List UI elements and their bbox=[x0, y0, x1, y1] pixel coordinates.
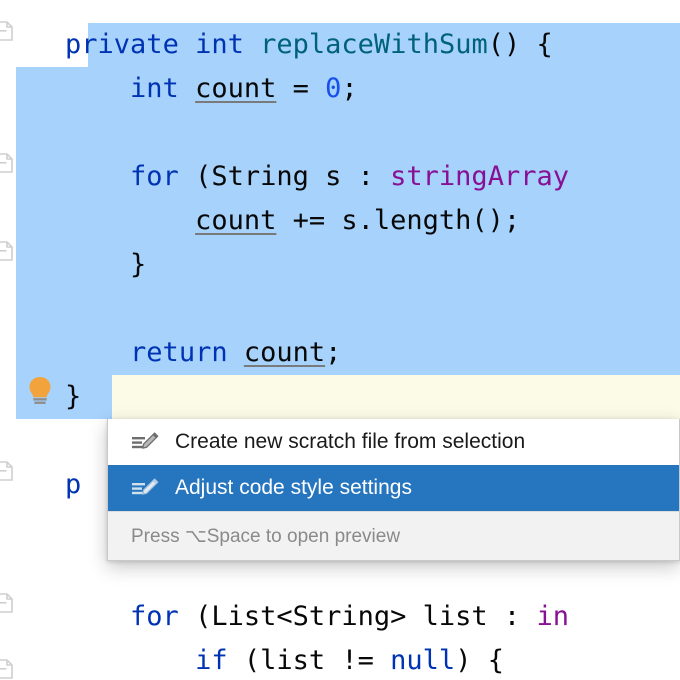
code-line: return count; bbox=[0, 331, 341, 375]
code-token: count bbox=[195, 73, 276, 104]
code-token: return bbox=[130, 337, 228, 368]
code-line: int count = 0; bbox=[0, 67, 358, 111]
code-token: ) { bbox=[455, 645, 504, 676]
code-fold-marker-icon[interactable] bbox=[0, 240, 14, 262]
edit-pencil-lines-icon bbox=[131, 476, 161, 500]
screen-root: private int replaceWithSum() { int count… bbox=[0, 0, 680, 680]
code-token: int bbox=[195, 29, 244, 60]
code-token: count bbox=[195, 205, 276, 236]
code-token: int bbox=[130, 73, 179, 104]
code-line: private int replaceWithSum() { bbox=[0, 23, 553, 67]
code-token bbox=[228, 337, 244, 368]
code-token bbox=[0, 73, 130, 104]
code-token: ; bbox=[325, 337, 341, 368]
code-token: (List<String> list : bbox=[179, 601, 537, 632]
intention-actions-popup[interactable]: Create new scratch file from selection A… bbox=[107, 419, 680, 561]
code-token: in bbox=[536, 601, 569, 632]
code-token bbox=[179, 73, 195, 104]
code-token: () { bbox=[488, 29, 553, 60]
code-text-layer: private int replaceWithSum() { int count… bbox=[0, 0, 680, 680]
code-line: for (String s : stringArray bbox=[0, 155, 569, 199]
code-token: null bbox=[390, 645, 455, 676]
code-token bbox=[0, 601, 130, 632]
intention-bulb-icon[interactable] bbox=[27, 376, 53, 406]
code-line: count += s.length(); bbox=[0, 199, 520, 243]
menu-item-label: Create new scratch file from selection bbox=[175, 430, 525, 454]
code-token: = bbox=[276, 73, 325, 104]
code-fold-marker-icon[interactable] bbox=[0, 658, 14, 680]
code-token bbox=[0, 161, 130, 192]
code-token: for bbox=[130, 601, 179, 632]
code-token: 0 bbox=[325, 73, 341, 104]
code-fold-marker-icon[interactable] bbox=[0, 20, 14, 42]
edit-pencil-lines-icon bbox=[131, 430, 161, 454]
code-token: } bbox=[0, 249, 146, 280]
code-token: private bbox=[65, 29, 179, 60]
code-token: replaceWithSum bbox=[260, 29, 488, 60]
code-token: ; bbox=[341, 73, 357, 104]
code-token: (String s : bbox=[179, 161, 390, 192]
code-line: for (List<String> list : in bbox=[0, 595, 569, 639]
code-fold-marker-icon[interactable] bbox=[0, 152, 14, 174]
code-token: (list != bbox=[228, 645, 391, 676]
code-token: += s.length(); bbox=[276, 205, 520, 236]
editor-gutter[interactable] bbox=[0, 0, 16, 680]
menu-item-label: Adjust code style settings bbox=[175, 476, 412, 500]
code-token bbox=[0, 645, 195, 676]
code-token bbox=[179, 29, 195, 60]
code-line: if (list != null) { bbox=[0, 639, 504, 680]
code-token: count bbox=[244, 337, 325, 368]
popup-footer-hint: Press ⌥Space to open preview bbox=[108, 511, 679, 560]
code-token bbox=[0, 205, 195, 236]
menu-item-adjust-code-style-settings[interactable]: Adjust code style settings bbox=[108, 465, 679, 511]
code-fold-marker-icon[interactable] bbox=[0, 460, 14, 482]
code-token bbox=[0, 337, 130, 368]
popup-footer-text: Press ⌥Space to open preview bbox=[131, 525, 400, 548]
code-token: for bbox=[130, 161, 179, 192]
code-editor[interactable]: private int replaceWithSum() { int count… bbox=[0, 0, 680, 680]
code-line: } bbox=[0, 243, 146, 287]
code-token: if bbox=[195, 645, 228, 676]
code-token bbox=[244, 29, 260, 60]
code-token: p bbox=[65, 469, 81, 500]
code-fold-marker-icon[interactable] bbox=[0, 592, 14, 614]
menu-item-create-new-scratch-file-from-selection[interactable]: Create new scratch file from selection bbox=[108, 419, 679, 465]
code-token: stringArray bbox=[390, 161, 569, 192]
